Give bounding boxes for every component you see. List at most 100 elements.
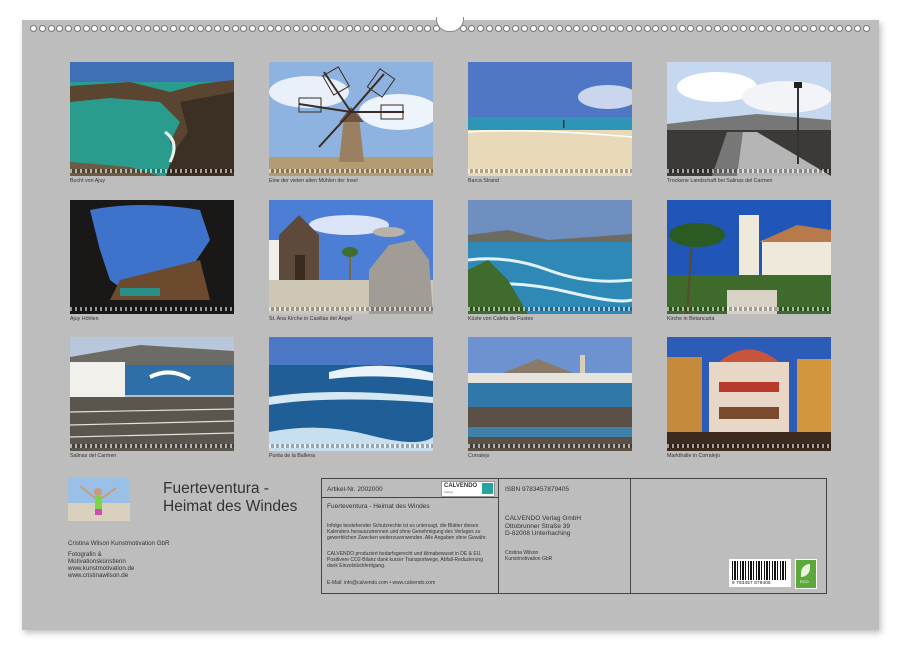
author-website[interactable]: www.cristinawilson.de bbox=[68, 572, 128, 579]
binding-hole bbox=[416, 25, 423, 32]
calendar-title: Fuerteventura - Heimat des Windes bbox=[163, 480, 323, 516]
binding-hole bbox=[284, 25, 291, 32]
binding-hole bbox=[240, 25, 247, 32]
leaf-icon bbox=[801, 564, 810, 577]
photo-caption: Corralejo bbox=[468, 453, 490, 459]
binding-hole bbox=[372, 25, 379, 32]
photo-caption: Kirche in Betancuria bbox=[667, 316, 714, 322]
binding-hole bbox=[486, 25, 493, 32]
binding-hole bbox=[775, 25, 782, 32]
eco-badge: ECO bbox=[795, 559, 817, 589]
binding-hole bbox=[74, 25, 81, 32]
publisher-city: D-82008 Unterhaching bbox=[505, 530, 570, 538]
binding-hole bbox=[363, 25, 370, 32]
photo-caption: St. Ana Kirche in Casillas del Ángel bbox=[269, 316, 352, 322]
date-strip bbox=[667, 307, 831, 311]
binding-hole bbox=[170, 25, 177, 32]
binding-hole bbox=[30, 25, 37, 32]
binding-hole bbox=[687, 25, 694, 32]
binding-hole bbox=[582, 25, 589, 32]
publisher-street: Ottobrunner Straße 39 bbox=[505, 523, 570, 531]
date-strip bbox=[667, 169, 831, 173]
binding-hole bbox=[407, 25, 414, 32]
binding-hole bbox=[819, 25, 826, 32]
title-line: Heimat des Windes bbox=[163, 498, 323, 516]
binding-hole bbox=[468, 25, 475, 32]
binding-hole bbox=[197, 25, 204, 32]
photo-caption: Salinas del Carmen bbox=[70, 453, 116, 459]
photo-caption: Barca Strand bbox=[468, 178, 499, 184]
photo-caption: Eine der vielen alten Mühlen der Insel bbox=[269, 178, 358, 184]
binding-hole bbox=[232, 25, 239, 32]
binding-hole bbox=[48, 25, 55, 32]
photo-ajuy-hoehlen bbox=[70, 200, 234, 314]
binding-hole bbox=[512, 25, 519, 32]
binding-hole bbox=[258, 25, 265, 32]
date-strip bbox=[468, 307, 632, 311]
binding-hole bbox=[591, 25, 598, 32]
eco-badge-label: ECO bbox=[800, 579, 809, 584]
author-photo bbox=[68, 478, 130, 521]
binding-hole bbox=[83, 25, 90, 32]
binding-hole bbox=[354, 25, 361, 32]
binding-hole bbox=[758, 25, 765, 32]
photo-kirche-betancuria bbox=[667, 200, 831, 314]
binding-hole bbox=[249, 25, 256, 32]
copyright-holder: Kunstmotivation GbR bbox=[505, 556, 552, 562]
binding-hole bbox=[828, 25, 835, 32]
binding-hole bbox=[749, 25, 756, 32]
article-number: Artikel-Nr. 2002000 bbox=[327, 486, 383, 494]
binding-hole bbox=[293, 25, 300, 32]
binding-hole bbox=[56, 25, 63, 32]
logo-mark-icon bbox=[482, 483, 493, 494]
logo-text: CALVENDO bbox=[444, 483, 477, 489]
date-strip bbox=[667, 444, 831, 448]
calvendo-logo: CALVENDO Verlag bbox=[441, 481, 495, 497]
title-line: Fuerteventura - bbox=[163, 480, 323, 498]
binding-hole bbox=[477, 25, 484, 32]
binding-hole bbox=[731, 25, 738, 32]
binding-hole bbox=[205, 25, 212, 32]
binding-hole bbox=[424, 25, 431, 32]
binding-hole bbox=[267, 25, 274, 32]
binding-hole bbox=[766, 25, 773, 32]
author-website[interactable]: www.kunstmotivation.de bbox=[68, 565, 134, 572]
binding-hole bbox=[144, 25, 151, 32]
binding-hole bbox=[626, 25, 633, 32]
date-strip bbox=[70, 444, 234, 448]
publisher-name: CALVENDO Verlag GmbH bbox=[505, 515, 581, 523]
binding-hole bbox=[319, 25, 326, 32]
binding-hole bbox=[337, 25, 344, 32]
photo-punta-de-la-ballena bbox=[269, 337, 433, 451]
binding-hole bbox=[214, 25, 221, 32]
author-role: Motivationskünstlerin bbox=[68, 558, 126, 565]
binding-hole bbox=[845, 25, 852, 32]
binding-hole bbox=[722, 25, 729, 32]
photo-trockene-landschaft bbox=[667, 62, 831, 176]
binding-hole bbox=[126, 25, 133, 32]
binding-hole bbox=[714, 25, 721, 32]
date-strip bbox=[468, 444, 632, 448]
photo-corralejo bbox=[468, 337, 632, 451]
photo-caption: Ajuy Höhlen bbox=[70, 316, 99, 322]
binding-hole bbox=[153, 25, 160, 32]
legal-notice: Infolge bestehender Schutzrechte ist es … bbox=[327, 523, 495, 541]
binding-hole bbox=[495, 25, 502, 32]
date-strip bbox=[269, 169, 433, 173]
binding-hole bbox=[854, 25, 861, 32]
binding-hole bbox=[679, 25, 686, 32]
binding-hole bbox=[503, 25, 510, 32]
binding-hole bbox=[652, 25, 659, 32]
binding-hole bbox=[617, 25, 624, 32]
photo-caption: Markthalle in Corralejo bbox=[667, 453, 720, 459]
date-strip bbox=[70, 169, 234, 173]
binding-hole bbox=[389, 25, 396, 32]
binding-hole bbox=[565, 25, 572, 32]
binding-hole bbox=[346, 25, 353, 32]
binding-hole bbox=[328, 25, 335, 32]
binding-hole bbox=[635, 25, 642, 32]
photo-caption: Bucht von Ajuy bbox=[70, 178, 105, 184]
photo-caleta-de-fustes bbox=[468, 200, 632, 314]
binding-hole bbox=[302, 25, 309, 32]
barcode-number: 9 783457 879405 bbox=[732, 580, 771, 585]
